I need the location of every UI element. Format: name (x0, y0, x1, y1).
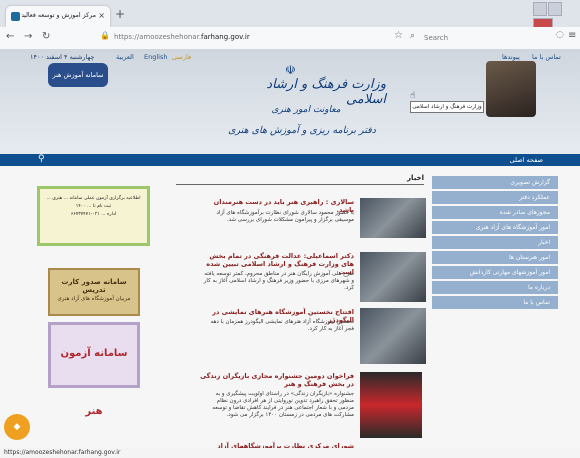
browser-tab[interactable]: مرکز آموزش و توسعه فعالیتهای قرآ × (6, 6, 110, 27)
tooltip: وزارت فرهنگ و ارشاد اسلامی (410, 101, 484, 113)
banner-line: اداره ... ۰۲۱-۶۶۷۳۷۴۷۱ (70, 212, 117, 217)
iran-emblem-icon: ☫ (285, 63, 296, 77)
banner-line: ثبت نام تا ... ۱۴۰۰ (75, 204, 112, 209)
news-item[interactable]: افتتاح نخستین آموزشگاه هنرهای نمایشی در … (176, 308, 426, 366)
links-link[interactable]: پیوندها (502, 53, 520, 61)
teaching-card-banner[interactable]: سامانه صدور کارت تدریس مربیان آموزشگاه ه… (48, 268, 140, 316)
ministry-title: وزارت فرهنگ و ارشاد اسلامی (266, 77, 386, 107)
news-poster[interactable] (360, 372, 422, 438)
pocket-icon[interactable]: ◌ (556, 30, 564, 40)
side-menu: گزارش تصویری عملکرد دفتر مجوزهای صادر شد… (432, 176, 558, 311)
hand-cursor-icon: ☝ (410, 91, 416, 101)
site-logo[interactable]: سامانه آموزش هنر (48, 63, 108, 87)
menu-item[interactable]: مجوزهای صادر شده (432, 206, 558, 219)
search-placeholder: Search (424, 34, 449, 42)
news-title[interactable]: فراخوان دومین جشنواره مجازی بازیگران زند… (200, 372, 354, 388)
minimize-button[interactable] (533, 2, 547, 16)
browser-statusbar: https://amoozeshehonar.farhang.gov.ir (0, 448, 580, 458)
forward-arrow-icon[interactable]: → (24, 31, 32, 42)
menu-item[interactable]: درباره ما (432, 281, 558, 294)
contact-link[interactable]: تماس با ما (532, 53, 561, 61)
news-header: اخبار (176, 174, 424, 185)
news-photo[interactable] (360, 252, 426, 302)
news-desc: جشنواره «بازیگران زندگی» در راستای اولوی… (212, 391, 354, 418)
lang-farsi-link[interactable]: فارسی (172, 53, 191, 61)
news-photo[interactable] (360, 308, 426, 364)
back-arrow-icon[interactable]: ← (6, 31, 14, 42)
exam-announcement-banner[interactable]: اطلاعیه برگزاری آزمون عملی سامانه ... هن… (37, 186, 150, 246)
browser-tabbar: مرکز آموزش و توسعه فعالیتهای قرآ × + (0, 0, 580, 32)
lang-english-link[interactable]: English (144, 53, 167, 61)
reload-icon[interactable]: ↻ (42, 31, 50, 42)
url-text: https://amoozeshehonar.farhang.gov.ir (114, 33, 250, 41)
bookmark-star-icon[interactable]: ☆ (394, 30, 403, 41)
maximize-button[interactable] (548, 2, 562, 16)
lock-icon: 🔒 (100, 31, 110, 40)
url-bar[interactable]: 🔒 https://amoozeshehonar.farhang.gov.ir (100, 30, 370, 45)
site-header: چهارشنبه ۴ اسفند ۱۴۰۰ العربية English فا… (0, 49, 580, 154)
new-tab-button[interactable]: + (115, 7, 125, 21)
menu-item[interactable]: گزارش تصویری (432, 176, 558, 189)
search-icon[interactable]: ⚲ (38, 154, 45, 164)
deputy-title: معاونت امور هنری (271, 105, 341, 115)
news-heading: اخبار (407, 174, 424, 182)
news-desc: نخستین آموزشگاه آزاد هنرهای نمایشی الیگو… (210, 319, 354, 332)
browser-navbar: ← → ↻ 🔒 https://amoozeshehonar.farhang.g… (0, 27, 580, 50)
main-nav-bar: ⚲ صفحه اصلی (0, 154, 580, 166)
menu-item[interactable]: امور هنرستان ها (432, 251, 558, 264)
news-desc: طرح ملی آموزش رایگان هنر در مناطق محروم،… (203, 271, 354, 291)
chat-bubble-icon[interactable]: ◆ (4, 414, 30, 440)
news-item[interactable]: فراخوان دومین جشنواره مجازی بازیگران زند… (176, 372, 426, 440)
banner-title: سامانه صدور کارت تدریس (61, 278, 127, 294)
menu-item[interactable]: اخبار (432, 236, 558, 249)
header-date: چهارشنبه ۴ اسفند ۱۴۰۰ (30, 53, 95, 61)
site-favicon-icon (11, 12, 20, 21)
menu-item[interactable]: عملکرد دفتر (432, 191, 558, 204)
lang-arabic-link[interactable]: العربية (116, 53, 134, 61)
status-url: https://amoozeshehonar.farhang.gov.ir (4, 449, 121, 456)
home-link[interactable]: صفحه اصلی (510, 156, 543, 164)
news-item[interactable]: دکتر اسماعیلی: عدالت فرهنگی در تمام بخش … (176, 252, 426, 312)
news-photo[interactable] (360, 198, 426, 238)
browser-search-box[interactable]: ⌕ Search (408, 30, 558, 45)
search-icon: ⌕ (410, 31, 416, 41)
menu-item[interactable]: تماس با ما (432, 296, 558, 309)
news-item[interactable]: سالاری : راهبری هنر باید در دست هنرمندان… (176, 198, 426, 246)
hamburger-menu-icon[interactable]: ≡ (568, 30, 576, 41)
menu-item[interactable]: امور آموزشهای مهارتی کاردانش (432, 266, 558, 279)
news-desc: با حضور محمود سالاری شورای نظارت برآموزش… (216, 210, 354, 223)
close-tab-icon[interactable]: × (98, 11, 105, 20)
banner-line: اطلاعیه برگزاری آزمون عملی سامانه ... هن… (46, 196, 141, 201)
leaders-portrait (486, 61, 536, 117)
menu-item[interactable]: امور آموزشگاه های آزاد هنری (432, 221, 558, 234)
art-exam-banner[interactable]: سامانه آزمون هنر (48, 322, 140, 417)
banner-subtitle: مربیان آموزشگاه های آزاد هنری (57, 296, 131, 302)
window-controls (532, 2, 576, 32)
tab-title: مرکز آموزش و توسعه فعالیتهای قرآ (22, 12, 96, 19)
office-title: دفتر برنامه ریزی و آموزش های هنری (228, 125, 376, 136)
